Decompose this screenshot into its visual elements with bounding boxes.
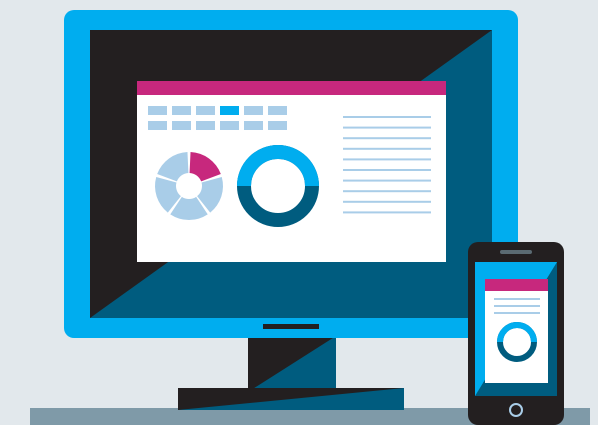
- phone-speaker: [500, 250, 532, 254]
- text-line: [343, 137, 431, 140]
- phone: [468, 242, 564, 425]
- phone-text-line: [494, 298, 540, 300]
- text-line: [343, 126, 431, 129]
- tab-block: [148, 121, 167, 130]
- tab-block: [268, 106, 287, 115]
- tab-block: [268, 121, 287, 130]
- tab-block: [148, 106, 167, 115]
- responsive-devices-illustration: [0, 0, 598, 425]
- tab-block: [172, 106, 191, 115]
- tab-block: [220, 121, 239, 130]
- text-line: [343, 169, 431, 171]
- phone-text-line: [494, 312, 540, 314]
- tab-block: [244, 106, 263, 115]
- phone-window-header: [485, 279, 548, 291]
- phone-window-body: [485, 279, 548, 383]
- window-header: [137, 81, 446, 95]
- text-line: [343, 147, 431, 150]
- tab-block: [244, 121, 263, 130]
- tab-block-active: [220, 106, 239, 115]
- donut-hole: [177, 174, 201, 198]
- phone-text-line: [494, 305, 540, 307]
- tab-block: [172, 121, 191, 130]
- text-line: [343, 179, 431, 182]
- illustration: [0, 0, 598, 425]
- phone-app-window: [485, 279, 548, 383]
- tab-block: [196, 106, 215, 115]
- tab-block: [196, 121, 215, 130]
- monitor-power-slot: [263, 324, 319, 329]
- text-line: [343, 116, 431, 118]
- text-line: [343, 211, 431, 214]
- text-line: [343, 190, 431, 193]
- monitor-app-window: [137, 81, 446, 262]
- text-line: [343, 158, 431, 161]
- text-line: [343, 200, 431, 203]
- monitor: [64, 10, 518, 338]
